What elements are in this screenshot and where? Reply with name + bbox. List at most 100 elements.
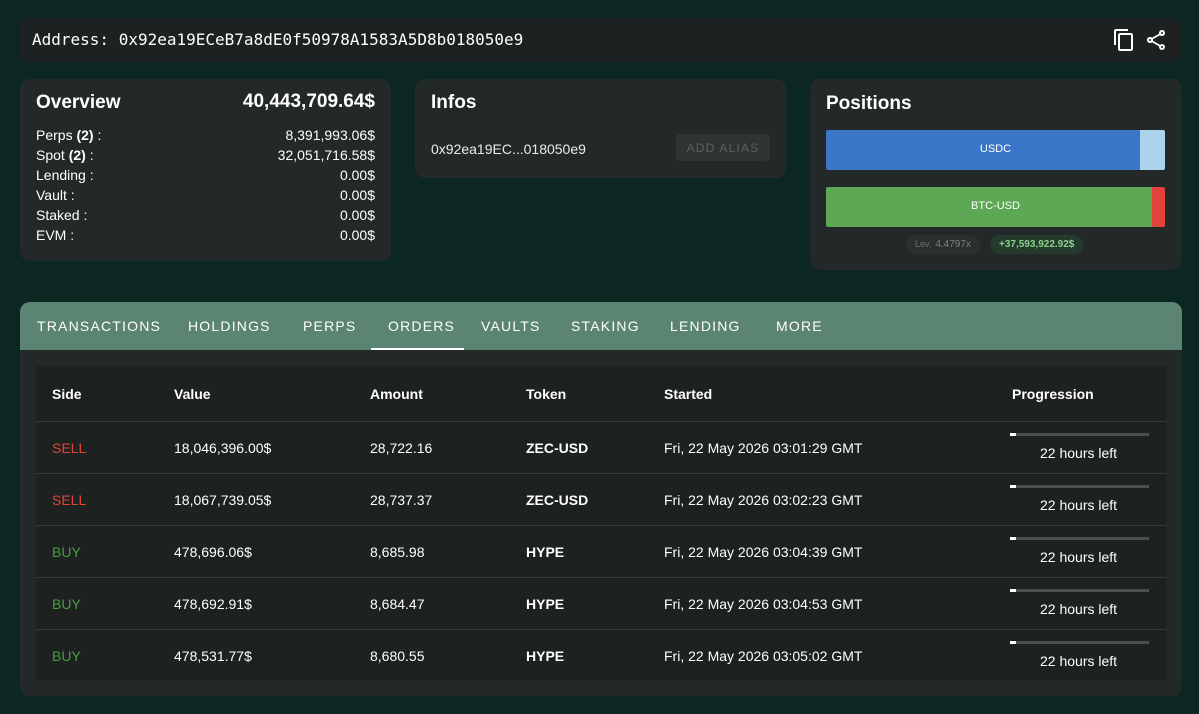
infos-short-address: 0x92ea19EC...018050e9 (431, 141, 586, 157)
overview-card: Overview 40,443,709.64$ Perps (2) : 8,391… (20, 79, 391, 261)
main-panel: TRANSACTIONS HOLDINGS PERPS ORDERS VAULT… (20, 302, 1182, 696)
table-row[interactable]: BUY 478,531.77$ 8,680.55 HYPE Fri, 22 May 20… (36, 629, 1166, 681)
order-amount: 28,722.16 (370, 440, 433, 456)
order-side: BUY (52, 648, 81, 664)
order-amount: 28,737.37 (370, 492, 433, 508)
tab-orders[interactable]: ORDERS (388, 318, 455, 334)
copy-icon[interactable] (1112, 28, 1136, 52)
progress-bar (1010, 589, 1149, 592)
leverage-value: 4.4797x (935, 239, 971, 250)
table-row[interactable]: SELL 18,046,396.00$ 28,722.16 ZEC-USD Fri, 2… (36, 421, 1166, 473)
tab-lending[interactable]: LENDING (670, 318, 741, 334)
order-started: Fri, 22 May 2026 03:02:23 GMT (664, 492, 863, 508)
progress-bar (1010, 537, 1149, 540)
overview-row-vault: Vault : 0.00$ (36, 187, 375, 206)
order-amount: 8,680.55 (370, 648, 425, 664)
overview-row-lending: Lending : 0.00$ (36, 167, 375, 186)
infos-title: Infos (431, 92, 477, 113)
table-row[interactable]: SELL 18,067,739.05$ 28,737.37 ZEC-USD Fri, 2… (36, 473, 1166, 525)
overview-row-suffix: : (85, 147, 94, 163)
order-started: Fri, 22 May 2026 03:05:02 GMT (664, 648, 863, 664)
overview-row-count: (2) (76, 127, 94, 143)
order-value: 478,692.91$ (174, 596, 252, 612)
tab-transactions[interactable]: TRANSACTIONS (37, 318, 161, 334)
address-bar: Address: 0x92ea19ECeB7a8dE0f50978A1583A5… (20, 18, 1182, 62)
order-token: ZEC-USD (526, 492, 589, 508)
column-header-started[interactable]: Started (664, 386, 712, 402)
order-started: Fri, 22 May 2026 03:04:53 GMT (664, 596, 863, 612)
overview-row-value: 0.00$ (339, 167, 375, 183)
overview-row-perps: Perps (2) : 8,391,993.06$ (36, 127, 375, 146)
overview-row-label: Spot (2) : (36, 147, 94, 163)
order-token: HYPE (526, 544, 565, 560)
overview-row-label: EVM : (36, 227, 74, 243)
overview-row-suffix: : (79, 207, 88, 223)
column-header-amount[interactable]: Amount (370, 386, 423, 402)
active-tab-indicator (371, 348, 464, 350)
position-bar-label: USDC (979, 143, 1012, 155)
order-value: 18,067,739.05$ (174, 492, 272, 508)
address-text: Address: 0x92ea19ECeB7a8dE0f50978A1583A5… (32, 30, 523, 49)
order-token: ZEC-USD (526, 440, 589, 456)
progress-bar (1010, 433, 1149, 436)
tab-more[interactable]: MORE (776, 318, 823, 334)
orders-table: Side Value Amount Token Started Progress… (36, 366, 1166, 680)
overview-row-name: Staked (36, 207, 80, 223)
column-header-token[interactable]: Token (526, 386, 566, 402)
positions-title: Positions (826, 93, 912, 114)
order-value: 478,531.77$ (174, 648, 252, 664)
address-label: Address: (32, 30, 110, 49)
overview-row-name: Spot (36, 147, 65, 163)
overview-row-label: Staked : (36, 207, 87, 223)
overview-row-suffix: : (93, 127, 102, 143)
address-value[interactable]: 0x92ea19ECeB7a8dE0f50978A1583A5D8b018050… (119, 30, 524, 49)
position-bar-btc-usd[interactable]: BTC-USD (826, 187, 1165, 227)
order-started: Fri, 22 May 2026 03:04:39 GMT (664, 544, 863, 560)
progress-bar (1010, 641, 1149, 644)
progress-time-left: 22 hours left (1040, 497, 1118, 513)
overview-total: 40,443,709.64$ (242, 91, 375, 112)
tab-staking[interactable]: STAKING (571, 318, 640, 334)
order-token: HYPE (526, 648, 565, 664)
order-token: HYPE (526, 596, 565, 612)
table-row[interactable]: BUY 478,696.06$ 8,685.98 HYPE Fri, 22 May 20… (36, 525, 1166, 577)
column-header-value[interactable]: Value (174, 386, 211, 402)
order-value: 478,696.06$ (174, 544, 252, 560)
order-side: BUY (52, 596, 81, 612)
progress-bar (1010, 485, 1149, 488)
tab-holdings[interactable]: HOLDINGS (188, 318, 271, 334)
table-row[interactable]: BUY 478,692.91$ 8,684.47 HYPE Fri, 22 May 20… (36, 577, 1166, 629)
progress-bar-fill (1010, 537, 1016, 540)
pnl-badge: +37,593,922.92$ (990, 235, 1084, 254)
overview-row-evm: EVM : 0.00$ (36, 227, 375, 246)
progress-time-left: 22 hours left (1040, 601, 1118, 617)
leverage-prefix: Lev. (915, 239, 932, 249)
infos-card: Infos 0x92ea19EC...018050e9 ADD ALIAS (415, 79, 786, 178)
overview-row-count: (2) (68, 147, 86, 163)
position-bar-label: BTC-USD (971, 200, 1020, 212)
order-side: BUY (52, 544, 81, 560)
position-bar-usdc[interactable]: USDC (826, 130, 1165, 170)
overview-row-name: EVM (36, 227, 67, 243)
share-icon[interactable] (1144, 28, 1168, 52)
tab-vaults[interactable]: VAULTS (481, 318, 541, 334)
add-alias-button[interactable]: ADD ALIAS (676, 134, 770, 161)
progress-bar-fill (1010, 485, 1016, 488)
progress-time-left: 22 hours left (1040, 549, 1118, 565)
column-header-side[interactable]: Side (52, 386, 82, 402)
overview-row-name: Vault (36, 187, 67, 203)
overview-row-value: 0.00$ (339, 187, 375, 203)
progress-bar-fill (1010, 589, 1016, 592)
tab-perps[interactable]: PERPS (303, 318, 356, 334)
column-header-progression[interactable]: Progression (1012, 386, 1094, 402)
overview-row-name: Lending (36, 167, 86, 183)
overview-row-label: Perps (2) : (36, 127, 101, 143)
overview-row-value: 32,051,716.58$ (277, 147, 375, 163)
overview-row-suffix: : (85, 167, 94, 183)
overview-row-value: 8,391,993.06$ (285, 127, 375, 143)
progress-bar-fill (1010, 641, 1016, 644)
order-side: SELL (52, 440, 87, 456)
overview-title: Overview (36, 92, 121, 113)
positions-card: Positions USDC BTC-USD Lev. 4.4797x +37,5… (810, 79, 1182, 270)
overview-row-suffix: : (66, 187, 75, 203)
